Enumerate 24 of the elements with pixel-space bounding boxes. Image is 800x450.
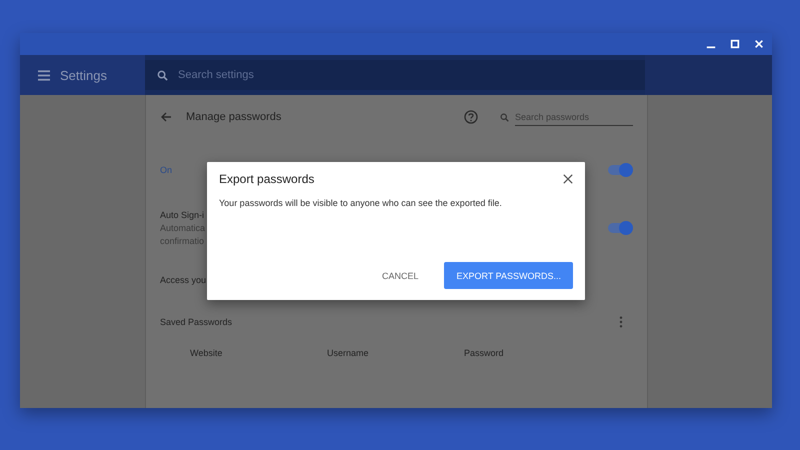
toggle-switch[interactable] (608, 223, 632, 233)
back-arrow-icon[interactable] (160, 111, 172, 123)
setting-label: Access you (160, 275, 206, 285)
dialog-message: Your passwords will be visible to anyone who can see the exported file. (219, 198, 503, 208)
page-title: Manage passwords (186, 111, 282, 123)
dialog-title: Export passwords (219, 172, 314, 186)
export-button[interactable]: EXPORT PASSWORDS... (444, 262, 573, 289)
toggle-switch[interactable] (608, 165, 632, 175)
more-options-icon[interactable] (619, 316, 623, 328)
app-title: Settings (60, 68, 107, 82)
toggle-label: On (160, 165, 172, 175)
search-icon (157, 70, 168, 81)
close-icon[interactable] (563, 174, 573, 184)
setting-label: Auto Sign-i (160, 210, 206, 220)
column-header: Username (327, 348, 370, 358)
section-title: Saved Passwords (160, 317, 232, 327)
help-icon[interactable] (464, 110, 478, 124)
menu-icon[interactable] (38, 70, 50, 80)
column-header: Password (464, 348, 505, 358)
cancel-button[interactable]: CANCEL (370, 262, 430, 289)
search-field[interactable]: Search settings (145, 60, 645, 90)
column-header: Website (190, 348, 224, 358)
maximize-icon[interactable] (730, 39, 740, 49)
search-icon (500, 112, 509, 122)
